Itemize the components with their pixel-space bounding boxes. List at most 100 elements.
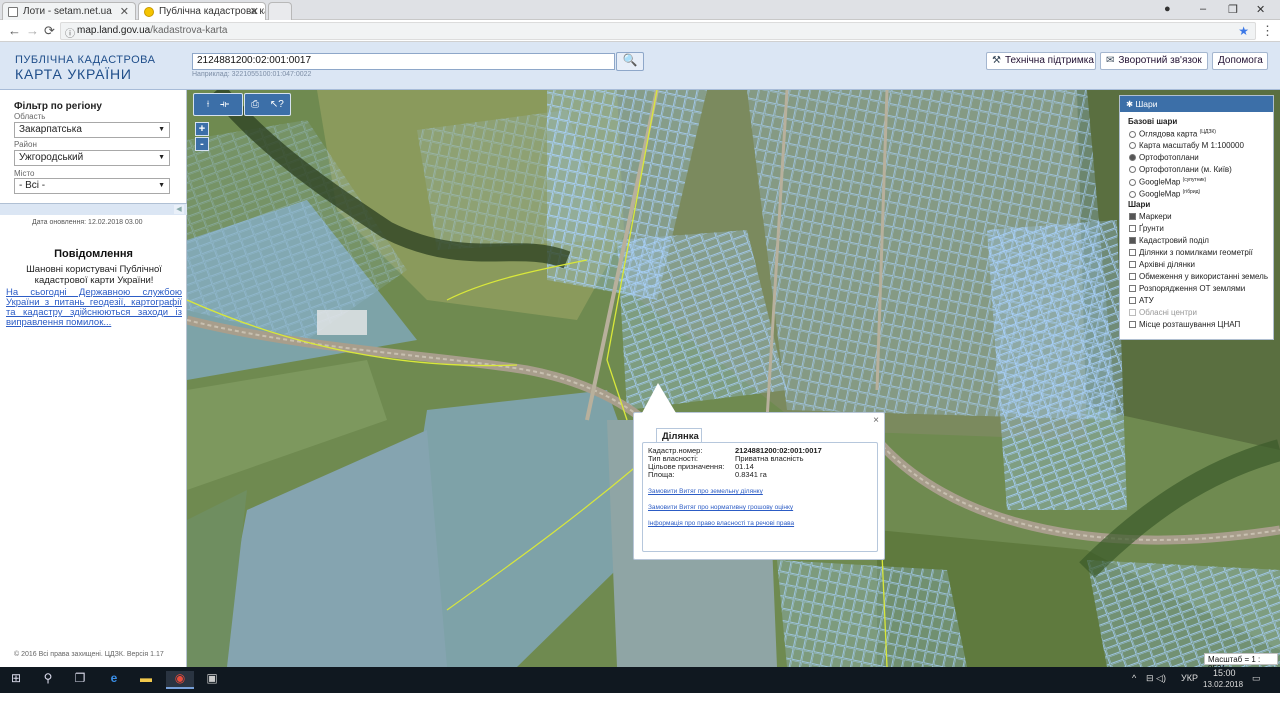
browser-tab-strip: Лоти - setam.net.ua ✕ Публічна кадастров… — [0, 0, 1280, 20]
page-icon — [8, 7, 18, 17]
radio-button-selected[interactable] — [1129, 154, 1136, 161]
layer-label: Ґрунти — [1139, 224, 1164, 233]
order-extract-link[interactable]: Замовити Витяг про земельну ділянку — [648, 488, 873, 496]
map-canvas[interactable]: ⟊ ⟛ ⎙ ↖? + - ✱ Шари Базові шари Оглядова… — [187, 90, 1280, 667]
task-view-icon[interactable]: ❐ — [66, 671, 94, 689]
radio-button[interactable] — [1129, 178, 1136, 186]
address-bar: ← → ⟳ ⓘ map.land.gov.ua/kadastrova-karta… — [0, 20, 1280, 42]
update-date: Дата оновлення: 12.02.2018 03.00 — [32, 219, 143, 226]
tab-parcel[interactable]: Ділянка — [656, 428, 702, 443]
radio-button[interactable] — [1129, 130, 1136, 138]
bookmark-star-icon[interactable]: ★ — [1238, 24, 1249, 38]
user-icon[interactable]: ● — [1164, 3, 1171, 15]
city-select[interactable]: - Всі - ▼ — [14, 178, 170, 194]
layer-label: Обласні центри — [1139, 308, 1197, 317]
layer-cadastral[interactable]: Кадастровий поділ — [1129, 236, 1209, 245]
base-layers-title: Базові шари — [1128, 117, 1178, 126]
clock-time[interactable]: 15:00 — [1213, 668, 1236, 678]
notifications-icon[interactable]: ▭ — [1252, 673, 1261, 684]
close-tab-icon[interactable]: ✕ — [250, 5, 259, 18]
radio-button[interactable] — [1129, 142, 1136, 149]
layer-cnap[interactable]: Місце розташування ЦНАП — [1129, 320, 1240, 329]
notice-link[interactable]: На сьогодні Державною службою України з … — [6, 288, 182, 328]
radio-button[interactable] — [1129, 190, 1136, 198]
chevron-down-icon: ▼ — [158, 154, 165, 161]
measure-tools-group: ⟊ ⟛ — [193, 93, 243, 116]
base-layer-ortho[interactable]: Ортофотоплани — [1129, 153, 1199, 162]
layers-panel-header[interactable]: ✱ Шари — [1120, 96, 1273, 112]
app-header: ПУБЛІЧНА КАДАСТРОВА КАРТА УКРАЇНИ 212488… — [0, 42, 1280, 90]
back-icon[interactable]: ← — [8, 23, 21, 38]
base-layer-100000[interactable]: Карта масштабу М 1:100000 — [1129, 141, 1244, 150]
checkbox-checked[interactable] — [1129, 213, 1136, 220]
raion-select[interactable]: Ужгородський ▼ — [14, 150, 170, 166]
checkbox[interactable] — [1129, 321, 1136, 328]
search-taskbar-icon[interactable]: ⚲ — [34, 671, 62, 689]
parcel-info-popup: × Ділянка Кадастр.номер: 2124881200:02:00… — [633, 383, 885, 560]
popup-pointer — [642, 383, 676, 413]
checkbox[interactable] — [1129, 285, 1136, 292]
checkbox[interactable] — [1129, 249, 1136, 256]
browser-tab-kadastr[interactable]: Публічна кадастрова ка ✕ — [138, 2, 266, 20]
oblast-select[interactable]: Закарпатська ▼ — [14, 122, 170, 138]
tray-arrow-icon[interactable]: ^ — [1132, 673, 1136, 683]
layer-restrictions[interactable]: Обмеження у використанні земель — [1129, 272, 1268, 281]
language-indicator[interactable]: УКР — [1181, 673, 1198, 683]
base-layer-google-hybrid[interactable]: GoogleMap (гібрид) — [1129, 189, 1200, 199]
layer-geometry-errors[interactable]: Ділянки з помилками геометрії — [1129, 248, 1253, 257]
base-layer-google-sat[interactable]: GoogleMap (супутник) — [1129, 177, 1206, 187]
reload-icon[interactable]: ⟳ — [44, 23, 55, 39]
layer-archive[interactable]: Архівні ділянки — [1129, 260, 1195, 269]
maximize-icon[interactable]: ❐ — [1228, 3, 1238, 16]
checkbox[interactable] — [1129, 225, 1136, 232]
chrome-icon[interactable]: ◉ — [166, 671, 194, 689]
clock-date[interactable]: 13.02.2018 — [1203, 680, 1243, 689]
start-button[interactable]: ⊞ — [2, 671, 30, 689]
base-layer-ortho-kyiv[interactable]: Ортофотоплани (м. Київ) — [1129, 165, 1232, 174]
checkbox[interactable] — [1129, 261, 1136, 268]
network-volume-icons[interactable]: ⊟ ◁) — [1146, 673, 1166, 684]
radio-button[interactable] — [1129, 166, 1136, 173]
layer-label: Місце розташування ЦНАП — [1139, 320, 1241, 329]
close-icon[interactable]: × — [873, 415, 879, 426]
checkbox[interactable] — [1129, 297, 1136, 304]
forward-icon[interactable]: → — [26, 23, 39, 38]
minimize-icon[interactable]: – — [1200, 3, 1206, 15]
app-icon[interactable]: ▣ — [198, 671, 226, 689]
browser-tab-setam[interactable]: Лоти - setam.net.ua ✕ — [2, 2, 136, 20]
close-window-icon[interactable]: ✕ — [1256, 3, 1265, 16]
layer-markers[interactable]: Маркери — [1129, 212, 1172, 221]
raion-label: Район — [14, 140, 37, 149]
search-button[interactable]: 🔍 — [616, 52, 644, 71]
browser-menu-icon[interactable]: ⋮ — [1261, 23, 1274, 39]
layer-oblast-centers: Обласні центри — [1129, 308, 1197, 317]
feedback-button[interactable]: ✉ Зворотний зв'язок — [1100, 52, 1208, 70]
edge-icon[interactable]: e — [100, 671, 128, 689]
url-field[interactable]: ⓘ map.land.gov.ua/kadastrova-karta ★ — [60, 22, 1256, 40]
close-tab-icon[interactable]: ✕ — [120, 5, 129, 18]
order-valuation-link[interactable]: Замовити Витяг про нормативну грошову оц… — [648, 504, 873, 512]
base-layer-overview[interactable]: Оглядова карта (ЦДЗК) — [1129, 129, 1216, 139]
layer-sup: (супутник) — [1182, 177, 1207, 183]
filter-title: Фільтр по регіону — [14, 101, 102, 112]
print-icon[interactable]: ⎙ — [251, 99, 259, 110]
ownership-info-link[interactable]: Інформація про право власності та речові… — [648, 520, 873, 528]
new-tab-button[interactable] — [268, 2, 292, 20]
file-explorer-icon[interactable]: ▬ — [132, 671, 160, 689]
help-button[interactable]: Допомога — [1212, 52, 1268, 70]
layer-disposal[interactable]: Розпорядження ОТ землями — [1129, 284, 1245, 293]
measure-area-icon[interactable]: ⟛ — [220, 99, 229, 110]
layer-soils[interactable]: Ґрунти — [1129, 224, 1164, 233]
layer-atu[interactable]: АТУ — [1129, 296, 1154, 305]
measure-distance-icon[interactable]: ⟊ — [207, 99, 210, 110]
site-info-icon[interactable]: ⓘ — [65, 25, 75, 40]
cadastral-search-input[interactable]: 2124881200:02:001:0017 — [192, 53, 615, 70]
collapse-arrow-icon[interactable]: ◀ — [174, 205, 184, 214]
zoom-out-button[interactable]: - — [195, 137, 209, 151]
checkbox[interactable] — [1129, 273, 1136, 280]
layers-title: Шари — [1135, 99, 1158, 109]
zoom-in-button[interactable]: + — [195, 122, 209, 136]
tech-support-button[interactable]: ⚒ Технічна підтримка — [986, 52, 1096, 70]
checkbox-checked[interactable] — [1129, 237, 1136, 244]
identify-icon[interactable]: ↖? — [270, 99, 284, 110]
